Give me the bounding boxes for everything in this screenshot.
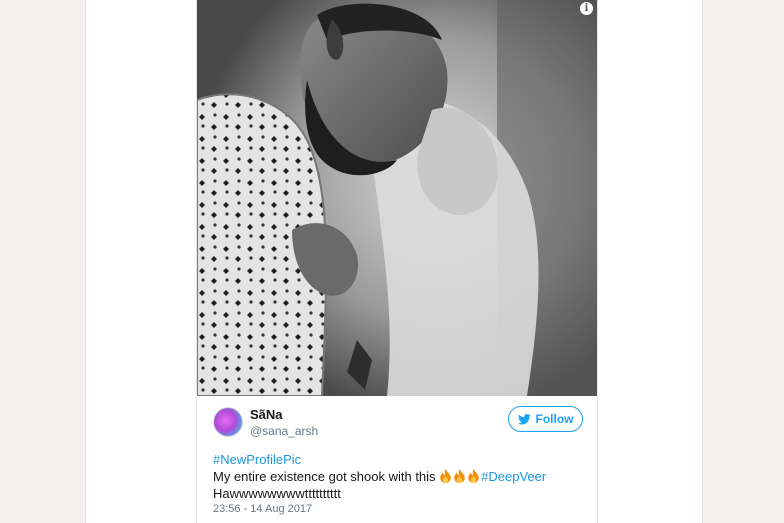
- tweet-photo[interactable]: i: [197, 0, 597, 396]
- tweet-photo-image: [197, 0, 597, 396]
- tweet-text-line: My entire existence got shook with this: [213, 469, 440, 484]
- follow-label: Follow: [535, 412, 574, 426]
- info-icon[interactable]: i: [580, 2, 593, 15]
- tweet-text-line-3: Hawwwwwwwwtttttttttt: [213, 486, 341, 501]
- fire-icon: [440, 469, 451, 483]
- author-display-name[interactable]: SãNa: [250, 407, 283, 422]
- tweet-header: SãNa @sana_arsh Follow: [213, 406, 583, 440]
- hashtag-newprofilepic[interactable]: #NewProfilePic: [213, 452, 301, 467]
- twitter-bird-icon: [517, 413, 531, 424]
- hashtag-deepveer[interactable]: #DeepVeer: [481, 469, 546, 484]
- avatar[interactable]: [213, 407, 243, 437]
- embedded-tweet: i SãNa @sana_arsh Follow #NewProfilePic …: [196, 0, 598, 523]
- fire-icon: [468, 469, 479, 483]
- author-handle[interactable]: @sana_arsh: [250, 424, 318, 438]
- tweet-timestamp[interactable]: 23:56 - 14 Aug 2017: [213, 503, 312, 515]
- follow-button[interactable]: Follow: [508, 406, 583, 432]
- fire-icon: [454, 469, 465, 483]
- tweet-text: #NewProfilePic My entire existence got s…: [213, 451, 583, 502]
